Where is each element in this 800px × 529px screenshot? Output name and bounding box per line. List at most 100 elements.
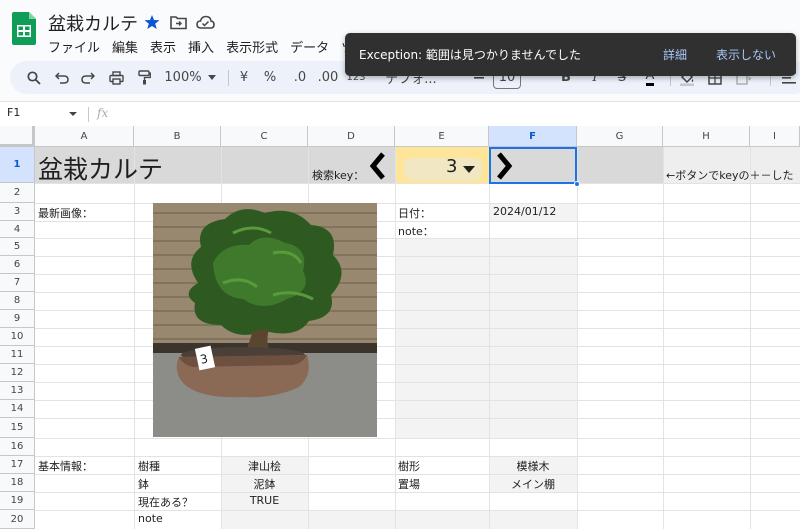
- gridline: [35, 510, 800, 511]
- column-header-g[interactable]: G: [577, 126, 663, 147]
- menu-file[interactable]: ファイル: [42, 36, 106, 57]
- basic-info-label: 基本情報：: [38, 460, 93, 473]
- row-header-18[interactable]: 18: [0, 474, 35, 492]
- print-icon[interactable]: [105, 61, 127, 94]
- column-header-i[interactable]: I: [750, 126, 800, 147]
- tree-style-value[interactable]: 模様木: [489, 458, 577, 474]
- format-currency-button[interactable]: ¥: [236, 61, 252, 94]
- row-header-5[interactable]: 5: [0, 238, 35, 256]
- bonsai-photo[interactable]: 3: [153, 203, 377, 437]
- cloud-saved-icon[interactable]: [195, 12, 215, 32]
- date-value[interactable]: 2024/01/12: [493, 205, 556, 218]
- gridline: [35, 492, 800, 493]
- gridline: [35, 256, 800, 257]
- row-header-3[interactable]: 3: [0, 203, 35, 221]
- exists-label: 現在ある？: [138, 496, 193, 509]
- row-header-20[interactable]: 20: [0, 510, 35, 529]
- row-header-2[interactable]: 2: [0, 183, 35, 203]
- toast-details-button[interactable]: 詳細: [663, 46, 687, 63]
- move-folder-icon[interactable]: [168, 12, 188, 32]
- menu-data[interactable]: データ: [284, 36, 335, 57]
- row-header-8[interactable]: 8: [0, 292, 35, 310]
- name-box[interactable]: F1: [7, 106, 20, 119]
- column-header-d[interactable]: D: [308, 126, 395, 147]
- column-header-a[interactable]: A: [35, 126, 134, 147]
- pot-value[interactable]: 泥鉢: [221, 476, 308, 492]
- sheet-title[interactable]: 盆栽カルテ: [38, 150, 163, 186]
- row-header-11[interactable]: 11: [0, 346, 35, 364]
- selected-cell-f1[interactable]: [489, 147, 577, 184]
- currency-label: ¥: [239, 70, 249, 85]
- row-header-10[interactable]: 10: [0, 328, 35, 346]
- gridline: [35, 274, 800, 275]
- note-area[interactable]: [395, 238, 577, 438]
- column-header-e[interactable]: E: [395, 126, 489, 147]
- chevron-left-icon: [369, 152, 385, 180]
- spreadsheet-app: 盆栽カルテ ファイル 編集 表示 挿入 表示形式 データ ツ: [0, 0, 800, 529]
- row-header-13[interactable]: 13: [0, 382, 35, 400]
- formula-bar: F1 fx: [0, 101, 800, 126]
- chevron-down-icon[interactable]: [206, 61, 218, 94]
- toast-dismiss-button[interactable]: 表示しない: [716, 46, 776, 63]
- key-dropdown-chip[interactable]: 3: [404, 156, 482, 180]
- location-value[interactable]: メイン棚: [489, 476, 577, 492]
- column-header-h[interactable]: H: [663, 126, 750, 147]
- decrease-decimal-label: .0: [293, 70, 307, 85]
- gridline: [750, 147, 751, 529]
- row-header-4[interactable]: 4: [0, 221, 35, 238]
- error-toast: Exception: 範囲は見つかりませんでした 詳細 表示しない: [345, 33, 796, 76]
- name-box-chevron-down-icon[interactable]: [69, 112, 77, 116]
- species-label: 樹種: [138, 460, 160, 473]
- fill-handle[interactable]: [574, 181, 580, 187]
- previous-key-button[interactable]: [367, 151, 389, 181]
- column-header-b[interactable]: B: [134, 126, 221, 147]
- redo-icon[interactable]: [78, 61, 98, 94]
- star-icon[interactable]: [142, 12, 162, 32]
- gridline: [35, 346, 800, 347]
- column-header-f[interactable]: F: [489, 126, 577, 147]
- toast-message: Exception: 範囲は見つかりませんでした: [359, 48, 581, 62]
- menu-insert[interactable]: 挿入: [182, 36, 220, 57]
- gridline: [35, 474, 800, 475]
- gridline: [35, 292, 800, 293]
- row-header-9[interactable]: 9: [0, 310, 35, 328]
- row-header-12[interactable]: 12: [0, 364, 35, 382]
- row-header-17[interactable]: 17: [0, 456, 35, 474]
- menu-edit[interactable]: 編集: [106, 36, 144, 57]
- row-header-15[interactable]: 15: [0, 418, 35, 438]
- row-header-19[interactable]: 19: [0, 492, 35, 510]
- menu-format[interactable]: 表示形式: [220, 36, 284, 57]
- note-label: note：: [398, 225, 434, 238]
- gridline: [663, 147, 664, 529]
- search-menus-icon[interactable]: [24, 61, 44, 94]
- increase-decimal-button[interactable]: .00: [316, 61, 340, 94]
- row-header-7[interactable]: 7: [0, 274, 35, 292]
- increase-decimal-label: .00: [317, 70, 339, 85]
- undo-icon[interactable]: [52, 61, 72, 94]
- dropdown-chevron-down-icon: [463, 166, 475, 173]
- document-title[interactable]: 盆栽カルテ: [48, 10, 138, 36]
- row-header-16[interactable]: 16: [0, 438, 35, 456]
- gridline: [35, 382, 800, 383]
- row-header-6[interactable]: 6: [0, 256, 35, 274]
- paint-format-icon[interactable]: [134, 61, 154, 94]
- note-value-cell[interactable]: [221, 510, 577, 529]
- column-header-c[interactable]: C: [221, 126, 308, 147]
- species-value[interactable]: 津山桧: [221, 458, 308, 474]
- gridline: [134, 147, 135, 529]
- menu-view[interactable]: 表示: [144, 36, 182, 57]
- gridline: [35, 438, 800, 439]
- row-header-1[interactable]: 1: [0, 147, 35, 183]
- row-header-14[interactable]: 14: [0, 400, 35, 418]
- pot-label: 鉢: [138, 478, 149, 491]
- decrease-decimal-button[interactable]: .0: [290, 61, 310, 94]
- sheets-logo[interactable]: [12, 12, 36, 45]
- key-value: 3: [446, 156, 458, 177]
- zoom-select[interactable]: 100%: [162, 61, 204, 94]
- select-all-corner[interactable]: [0, 126, 35, 147]
- exists-value[interactable]: TRUE: [221, 494, 308, 507]
- sheet-grid[interactable]: A B C D E F G H I 1 2 3 4 5 6 7 8 9 10 1…: [0, 126, 800, 529]
- gridline: [35, 364, 800, 365]
- gridline: [35, 456, 800, 457]
- format-percent-button[interactable]: %: [262, 61, 278, 94]
